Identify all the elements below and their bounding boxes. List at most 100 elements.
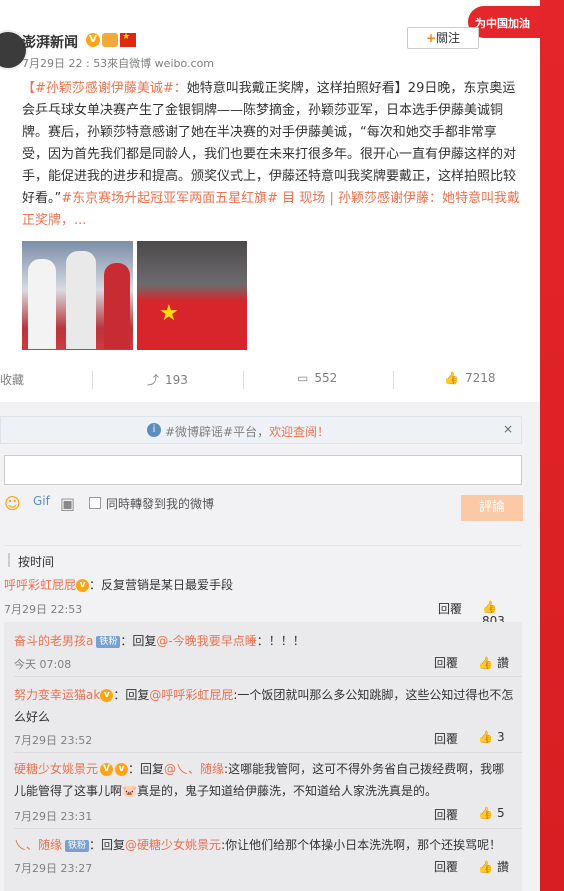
reply-item: 硬糖少女姚景元 Vv ：回复@乀、随缘:这哪能我管阿，这可不得外务省自己拨经费啊，我…	[14, 758, 514, 802]
post-body: 【#孙颖莎感谢伊藤美诚#：她特意叫我戴正奖牌，这样拍照好看】29日晚，东京奥运会…	[22, 78, 522, 232]
comment-input[interactable]	[4, 455, 522, 485]
comment-text: ：回复	[120, 634, 157, 648]
like-button[interactable]: 👍 7218	[444, 371, 496, 385]
comment-text: ：反复营销是某日最爱手段	[89, 578, 234, 592]
post-text: 她特意叫我戴正奖牌，这样拍照好看】29日晚，东京奥运会乒乓球女单决赛产生了金银铜…	[22, 81, 517, 206]
repost-count: 193	[165, 373, 188, 387]
verified-icon: V	[86, 33, 100, 47]
member-badge-icon: v	[100, 689, 114, 702]
divider	[14, 676, 522, 677]
submit-comment-button[interactable]: 評論	[461, 495, 523, 521]
topic-link[interactable]: 【#孙颖莎感谢伊藤美诚#：	[22, 81, 187, 96]
reply-button[interactable]: 回覆	[438, 600, 462, 617]
repost-icon: ⤴	[147, 373, 160, 387]
comment-text: :你让他们给那个体操小日本洗洗啊，那个还挨骂呢！	[221, 838, 502, 852]
post-actions: 收藏 ⤴ 193 ▭ 552 👍 7218	[0, 365, 540, 395]
mention-link[interactable]: @硬糖少女姚景元	[125, 838, 221, 852]
like-count: 3	[496, 730, 505, 744]
member-badge-icon	[102, 33, 118, 47]
fan-badge: 铁粉	[96, 635, 121, 648]
collect-label: 收藏	[0, 373, 25, 387]
banner-text: 为中国加油	[475, 17, 530, 30]
post-image-flag-raising[interactable]: ★	[137, 241, 247, 350]
notice-link[interactable]: 欢迎查阅！	[269, 425, 329, 439]
comment-text: ：！！！	[256, 634, 305, 648]
comment-time: 7月29日 23:27	[14, 862, 93, 875]
divider	[14, 752, 522, 753]
person-shape	[104, 263, 130, 349]
gif-icon[interactable]: Gif	[33, 494, 51, 512]
divider	[92, 371, 93, 389]
sort-marker	[8, 553, 10, 567]
comment-time: 7月29日 22:53	[4, 603, 83, 616]
collect-button[interactable]: 收藏	[0, 371, 24, 388]
reply-item: 乀、随缘 铁粉 ：回复@硬糖少女姚景元:你让他们给那个体操小日本洗洗啊，那个还挨骂呢…	[14, 836, 514, 853]
comment-text: ：回复	[113, 688, 150, 702]
like-icon: 👍	[478, 656, 493, 670]
comment-user[interactable]: 硬糖少女姚景元	[14, 762, 98, 776]
comment-user[interactable]: 乀、随缘	[14, 838, 62, 852]
comment-count: 552	[314, 371, 338, 385]
person-shape	[66, 251, 96, 349]
verified-icon: V	[100, 763, 114, 776]
comment-user[interactable]: 奋斗的老男孩a	[14, 634, 93, 648]
reply-item: 努力变幸运猫ak v ：回复@呼呼彩虹屁屁:一个饭团就叫那么多公知跳脚，这些公知过得…	[14, 684, 514, 728]
like-button[interactable]: 👍 5	[478, 806, 505, 820]
comment-text: ：回复	[89, 838, 126, 852]
right-background-strip	[538, 0, 564, 891]
close-icon[interactable]: ×	[503, 422, 513, 436]
mention-link[interactable]: @呼呼彩虹屁屁	[149, 688, 233, 702]
flag-star-icon: ★	[159, 301, 179, 326]
emoji-icon[interactable]: ☺	[4, 494, 22, 513]
notice-text: #微博辟谣#平台，欢迎查阅！	[165, 423, 329, 440]
reply-button[interactable]: 回覆	[434, 806, 458, 823]
sort-divider	[4, 545, 522, 546]
like-count: 7218	[464, 371, 496, 385]
comment-user[interactable]: 努力变幸运猫ak	[14, 688, 100, 702]
person-shape	[28, 259, 56, 349]
divider	[243, 371, 244, 389]
comment-button[interactable]: ▭ 552	[297, 371, 337, 385]
repost-label: 同時轉發到我的微博	[106, 497, 215, 511]
like-button[interactable]: 👍 3	[478, 730, 505, 744]
like-button[interactable]: 👍 讚	[478, 654, 509, 671]
comment-text: ：回复	[128, 762, 165, 776]
comment-time: 今天 07:08	[14, 658, 72, 671]
reply-button[interactable]: 回覆	[434, 858, 458, 875]
like-icon: 👍	[478, 806, 493, 820]
reply-button[interactable]: 回覆	[434, 654, 458, 671]
fan-badge: 铁粉	[65, 839, 90, 852]
like-icon: 👍	[444, 371, 459, 385]
repost-button[interactable]: ⤴ 193	[147, 371, 188, 388]
divider	[14, 828, 522, 829]
reply-thread: 奋斗的老男孩a 铁粉 ：回复@-今晚我要早点睡：！！！ 今天 07:08 回覆 👍 讚…	[4, 622, 522, 891]
post-meta: 7月29日 22 : 53來自微博 weibo.com	[22, 57, 215, 70]
follow-button[interactable]: +關注	[407, 27, 479, 49]
china-flag-icon	[120, 32, 136, 47]
comment-time: 7月29日 23:31	[14, 810, 93, 823]
post-image-medal-ceremony[interactable]	[22, 241, 133, 350]
repost-checkbox[interactable]	[89, 497, 101, 509]
username[interactable]: 澎湃新闻	[22, 32, 78, 52]
notice-label: #微博辟谣#平台，	[165, 425, 270, 439]
like-count: 5	[496, 806, 505, 820]
topic-link-2[interactable]: #东京赛场升起冠亚军两面五星红旗#	[61, 191, 278, 206]
comment-time: 7月29日 23:52	[14, 734, 93, 747]
follow-label: 關注	[436, 31, 461, 45]
member-badge-icon: v	[76, 579, 90, 592]
reply-item: 奋斗的老男孩a 铁粉 ：回复@-今晚我要早点睡：！！！	[14, 632, 514, 649]
rumor-notice: i #微博辟谣#平台，欢迎查阅！ ×	[0, 416, 522, 444]
image-icon[interactable]: ▣	[60, 494, 78, 513]
member-badge-icon: v	[115, 763, 129, 776]
like-icon: 👍	[478, 730, 493, 744]
mention-link[interactable]: @乀、随缘	[164, 762, 224, 776]
like-icon: 👍	[478, 860, 493, 874]
mention-link[interactable]: @-今晚我要早点睡	[156, 634, 256, 648]
comment-icon: ▭	[297, 371, 309, 385]
sort-by-time-tab[interactable]: 按时间	[18, 553, 54, 570]
like-button[interactable]: 👍 讚	[478, 858, 509, 875]
plus-icon: +	[425, 31, 437, 45]
like-icon: 👍	[482, 600, 497, 614]
comment-user[interactable]: 呼呼彩虹屁屁	[4, 578, 76, 592]
reply-button[interactable]: 回覆	[434, 730, 458, 747]
